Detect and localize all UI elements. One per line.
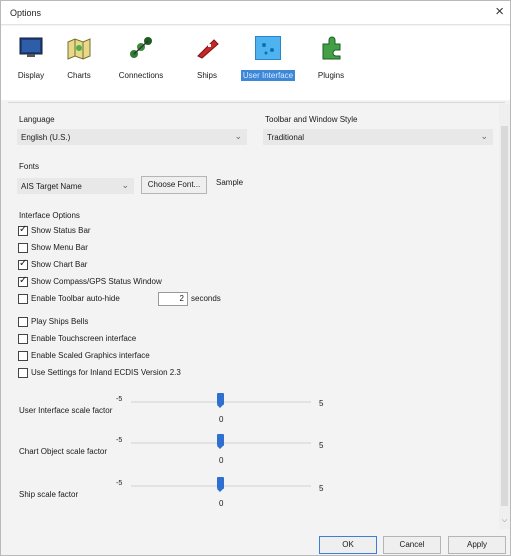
ui-scale-value: 0	[219, 415, 224, 424]
toolbar-style-heading: Toolbar and Window Style	[265, 115, 358, 124]
toolbar-style-select[interactable]: Traditional ⌄	[263, 129, 493, 145]
checkbox-label: Show Menu Bar	[31, 243, 88, 252]
tab-user-interface[interactable]: User Interface	[237, 36, 299, 96]
checkbox-label: Enable Scaled Graphics interface	[31, 351, 150, 360]
options-toolbar: Display Charts Connections Ships User In…	[1, 26, 510, 100]
options-dialog: Options × Display Charts Connections Shi…	[0, 0, 511, 556]
fonts-heading: Fonts	[19, 162, 40, 171]
user-interface-icon	[255, 36, 281, 60]
tab-ships-label: Ships	[196, 71, 217, 80]
options-scrollbar[interactable]: ⌵	[499, 104, 510, 529]
ui-scale-label: User Interface scale factor	[19, 406, 113, 415]
checkbox-label: Play Ships Bells	[31, 317, 89, 326]
ok-button[interactable]: OK	[319, 536, 377, 554]
autohide-unit-label: seconds	[191, 294, 221, 303]
ui-scale-max: 5	[319, 399, 324, 408]
ship-scale-value: 0	[219, 499, 224, 508]
checkmark-icon: ✓	[19, 258, 28, 269]
slider-thumb[interactable]	[217, 393, 224, 408]
chart-object-scale-min: -5	[116, 437, 123, 444]
tab-display[interactable]: Display	[11, 36, 51, 96]
checkbox-label: Use Settings for Inland ECDIS Version 2.…	[31, 368, 181, 377]
font-sample-label: Sample	[216, 178, 244, 187]
language-value: English (U.S.)	[21, 133, 71, 142]
ui-scale-min: -5	[116, 396, 123, 403]
chart-object-scale-value: 0	[219, 456, 224, 465]
toolbar-style-value: Traditional	[267, 133, 305, 142]
chevron-down-icon: ⌄	[121, 180, 129, 190]
display-icon	[18, 36, 44, 60]
chevron-down-icon: ⌄	[480, 131, 488, 141]
tab-connections[interactable]: Connections	[109, 36, 173, 96]
autohide-seconds-input[interactable]: 2	[158, 292, 188, 306]
checkbox-label: Show Compass/GPS Status Window	[31, 277, 162, 286]
ship-scale-min: -5	[116, 480, 123, 487]
language-select[interactable]: English (U.S.) ⌄	[17, 129, 247, 145]
tab-display-label: Display	[17, 71, 45, 80]
checkbox-label: Show Status Bar	[31, 226, 91, 235]
connections-icon	[128, 36, 154, 60]
plugins-icon	[318, 36, 344, 60]
tab-connections-label: Connections	[118, 71, 164, 80]
tab-charts[interactable]: Charts	[59, 36, 99, 96]
checkbox-label: Show Chart Bar	[31, 260, 88, 269]
font-element-value: AIS Target Name	[21, 182, 82, 191]
ships-icon	[194, 36, 220, 60]
scroll-down-icon[interactable]: ⌵	[500, 517, 509, 529]
close-icon[interactable]: ×	[495, 3, 504, 21]
chart-object-scale-max: 5	[319, 441, 324, 450]
title-bar: Options ×	[1, 1, 510, 25]
ship-scale-label: Ship scale factor	[19, 490, 79, 499]
tab-plugins-label: Plugins	[317, 71, 345, 80]
slider-thumb[interactable]	[217, 434, 224, 449]
checkmark-icon: ✓	[19, 224, 28, 235]
cancel-button[interactable]: Cancel	[383, 536, 441, 554]
ship-scale-max: 5	[319, 484, 324, 493]
checkbox-label: Enable Toolbar auto-hide	[31, 294, 120, 303]
checkbox-label: Enable Touchscreen interface	[31, 334, 137, 343]
tab-user-interface-label: User Interface	[240, 70, 296, 81]
apply-button[interactable]: Apply	[448, 536, 506, 554]
tab-ships[interactable]: Ships	[189, 36, 225, 96]
window-title: Options	[10, 8, 42, 18]
charts-icon	[66, 36, 92, 60]
chevron-down-icon: ⌄	[234, 131, 242, 141]
tab-plugins[interactable]: Plugins	[311, 36, 351, 96]
interface-options-heading: Interface Options	[19, 211, 80, 220]
scrollbar-thumb[interactable]	[501, 126, 508, 506]
slider-thumb[interactable]	[217, 477, 224, 492]
checkmark-icon: ✓	[19, 275, 28, 286]
font-element-select[interactable]: AIS Target Name ⌄	[17, 178, 134, 194]
language-heading: Language	[19, 115, 55, 124]
choose-font-button[interactable]: Choose Font...	[141, 176, 207, 194]
tab-charts-label: Charts	[67, 71, 91, 80]
toolbar-divider	[8, 102, 505, 103]
chart-object-scale-label: Chart Object scale factor	[19, 447, 108, 456]
